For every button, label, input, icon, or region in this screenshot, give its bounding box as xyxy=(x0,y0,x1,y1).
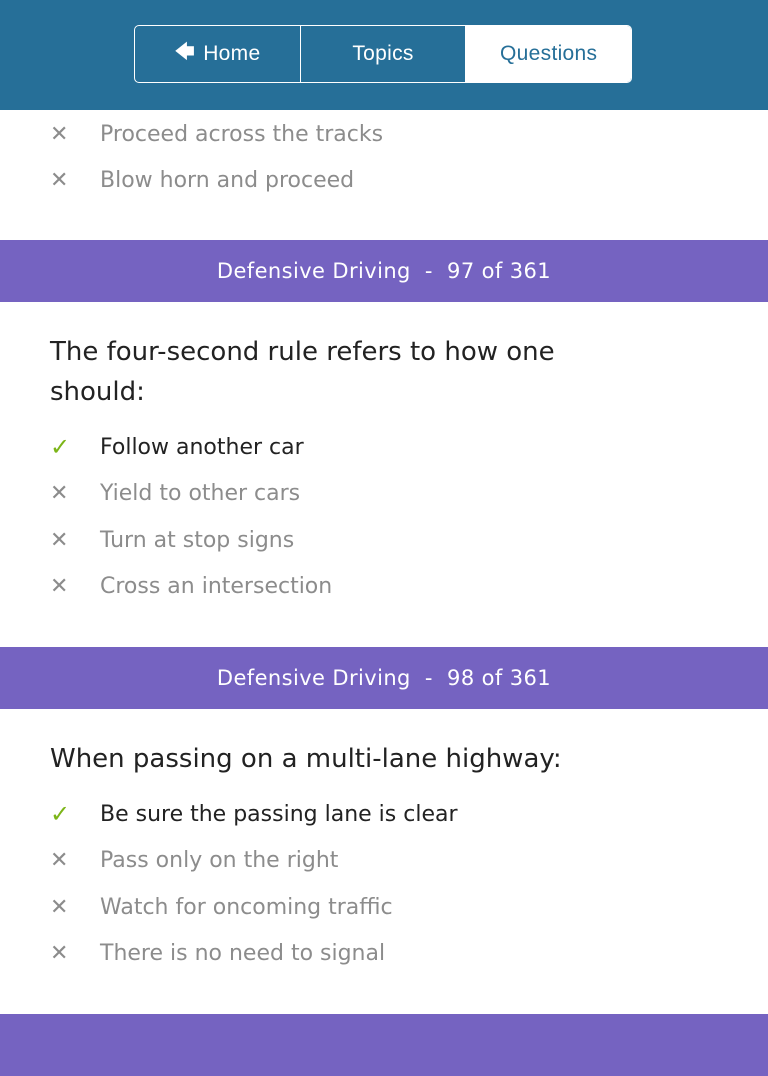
answer-text: Cross an intersection xyxy=(100,574,333,600)
tab-questions[interactable]: Questions xyxy=(465,26,631,82)
top-nav-bar: 🡄 Home Topics Questions xyxy=(0,0,768,110)
question-list[interactable]: ✕ Proceed across the tracks ✕ Blow horn … xyxy=(0,110,768,1076)
answer-text: Follow another car xyxy=(100,434,304,460)
answer-item: ✕ Cross an intersection xyxy=(0,564,768,611)
answer-item: ✕ Blow horn and proceed xyxy=(0,158,768,205)
answer-item: ✕ Proceed across the tracks xyxy=(0,111,768,158)
question-text: When passing on a multi-lane highway: xyxy=(50,744,562,774)
segmented-control: 🡄 Home Topics Questions xyxy=(134,25,632,83)
answer-text: Watch for oncoming traffic xyxy=(100,894,393,920)
wrong-x-icon: ✕ xyxy=(50,481,69,507)
wrong-x-icon: ✕ xyxy=(50,574,69,600)
answer-text: Blow horn and proceed xyxy=(100,168,355,194)
answer-item-correct: ✓ Be sure the passing lane is clear xyxy=(0,791,768,838)
answer-item: ✕ There is no need to signal xyxy=(0,931,768,978)
tab-topics[interactable]: Topics xyxy=(299,26,466,82)
wrong-x-icon: ✕ xyxy=(50,941,69,967)
answer-text: Pass only on the right xyxy=(100,848,339,874)
answer-item: ✕ Yield to other cars xyxy=(0,471,768,518)
question-header-band-next xyxy=(0,1014,768,1076)
answer-text: Proceed across the tracks xyxy=(100,121,384,147)
wrong-x-icon: ✕ xyxy=(50,168,69,194)
answer-text: There is no need to signal xyxy=(100,941,386,967)
home-button[interactable]: 🡄 Home xyxy=(135,26,300,82)
question-header-band: Defensive Driving - 97 of 361 xyxy=(0,240,768,302)
wrong-x-icon: ✕ xyxy=(50,848,69,874)
answer-list: ✓ Be sure the passing lane is clear ✕ Pa… xyxy=(0,791,768,977)
answer-item: ✕ Watch for oncoming traffic xyxy=(0,884,768,931)
answer-text: Turn at stop signs xyxy=(100,527,295,553)
questions-label: Questions xyxy=(500,42,598,65)
answer-item-correct: ✓ Follow another car xyxy=(0,424,768,471)
topics-label: Topics xyxy=(352,42,414,65)
wrong-x-icon: ✕ xyxy=(50,894,69,920)
answer-item: ✕ Turn at stop signs xyxy=(0,517,768,564)
answer-list: ✓ Follow another car ✕ Yield to other ca… xyxy=(0,424,768,610)
home-label: Home xyxy=(203,42,261,65)
arrow-left-icon: 🡄 xyxy=(174,41,196,63)
previous-question-answers: ✕ Proceed across the tracks ✕ Blow horn … xyxy=(0,110,768,204)
wrong-x-icon: ✕ xyxy=(50,121,69,147)
question-text: The four-second rule refers to how one s… xyxy=(50,337,555,407)
check-icon: ✓ xyxy=(50,433,71,462)
answer-item: ✕ Pass only on the right xyxy=(0,838,768,885)
answer-text: Be sure the passing lane is clear xyxy=(100,801,458,827)
answer-text: Yield to other cars xyxy=(100,481,301,507)
check-icon: ✓ xyxy=(50,800,71,829)
question-header-band: Defensive Driving - 98 of 361 xyxy=(0,647,768,709)
wrong-x-icon: ✕ xyxy=(50,527,69,553)
